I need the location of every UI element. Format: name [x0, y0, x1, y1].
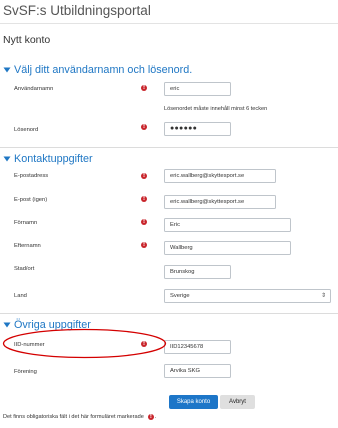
iid-input[interactable]: IID12345678: [164, 340, 231, 354]
required-icon: !: [141, 219, 147, 225]
site-title: SvSF:s Utbildningsportal: [3, 3, 151, 18]
section-title-account: Välj ditt användarnamn och lösenord.: [14, 64, 193, 76]
create-account-button[interactable]: Skapa konto: [169, 395, 218, 409]
required-note-text: Det finns obligatoriska fält i det här f…: [3, 414, 144, 420]
city-input[interactable]: Brunskog: [164, 265, 231, 279]
sort-arrows-icon: ⇕: [320, 292, 326, 299]
cancel-button[interactable]: Avbryt: [220, 395, 255, 409]
email-input[interactable]: eric.wallberg@skyttesport.se: [164, 169, 276, 183]
club-label: Förening: [14, 369, 37, 375]
section-header-account[interactable]: Välj ditt användarnamn och lösenord.: [0, 63, 192, 77]
firstname-label: Förnamn: [14, 220, 38, 226]
required-icon: !: [141, 173, 147, 179]
required-icon: !: [141, 242, 147, 248]
section-header-other[interactable]: Övriga uppgifter: [0, 318, 91, 332]
country-label: Land: [14, 293, 27, 299]
chevron-down-icon: [0, 322, 14, 328]
firstname-input[interactable]: Eric: [164, 218, 291, 232]
required-note-period: .: [154, 414, 157, 420]
email-label: E-postadress: [14, 173, 49, 179]
section-title-other: Övriga uppgifter: [14, 319, 91, 331]
section-divider: [0, 147, 338, 148]
username-input[interactable]: eric: [164, 82, 231, 96]
password-hint: Lösenordet måste innehåll minst 6 tecken: [164, 106, 268, 112]
page-heading: Nytt konto: [3, 34, 51, 46]
email-again-input[interactable]: eric.wallberg@skyttesport.se: [164, 195, 276, 209]
header-divider: [0, 23, 338, 24]
required-icon: !: [141, 124, 147, 130]
required-fields-note: Det finns obligatoriska fält i det här f…: [3, 414, 156, 420]
lastname-label: Efternamn: [14, 243, 41, 249]
password-input[interactable]: ●●●●●●: [164, 122, 231, 136]
required-icon: !: [141, 85, 147, 91]
city-label: Stad/ort: [14, 266, 35, 272]
country-select[interactable]: Sverige ⇕: [164, 289, 331, 303]
required-icon: !: [141, 196, 147, 202]
section-header-contact[interactable]: Kontaktuppgifter: [0, 152, 93, 166]
lastname-input[interactable]: Wallberg: [164, 241, 291, 255]
iid-label: IID-nummer: [14, 342, 45, 348]
email-again-label: E-post (igen): [14, 197, 48, 203]
required-icon: !: [147, 414, 154, 420]
username-label: Användarnamn: [14, 86, 54, 92]
password-label: Lösenord: [14, 127, 39, 133]
section-title-contact: Kontaktuppgifter: [14, 153, 93, 165]
chevron-down-icon: [0, 67, 14, 73]
section-divider: [0, 313, 338, 314]
required-icon: !: [141, 341, 147, 347]
chevron-down-icon: [0, 156, 14, 162]
club-input[interactable]: Arvika SKG: [164, 364, 231, 378]
country-selected-value: Sverige: [170, 293, 190, 299]
